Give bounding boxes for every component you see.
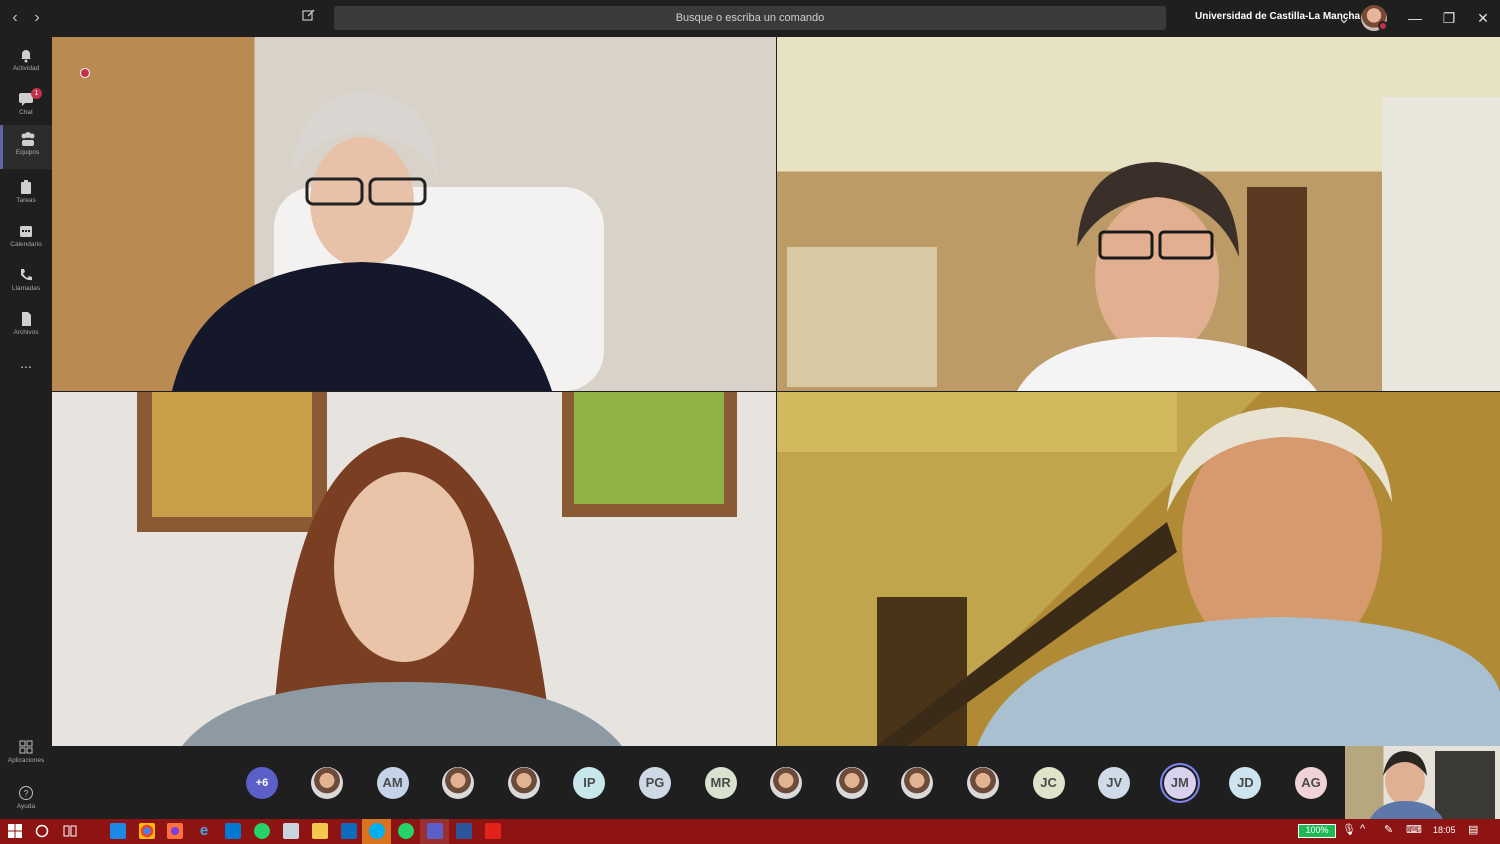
windows-taskbar: e 100% 🎙 ^ ✎ ⌨ 18:05 ▤ [0, 819, 1500, 844]
microphone-icon[interactable]: 🎙 [1342, 823, 1356, 836]
apps-button[interactable]: Aplicaciones [0, 739, 52, 764]
windows-start-icon[interactable] [7, 823, 23, 839]
teams-app-icon[interactable] [427, 823, 443, 839]
participant-video [787, 97, 1500, 391]
participant-video [172, 92, 604, 391]
whatsapp-icon[interactable] [254, 823, 270, 839]
battery-indicator[interactable]: 100% [1298, 824, 1336, 838]
participant-video [137, 392, 737, 746]
rail-item-calendar[interactable]: Calendario [0, 217, 52, 261]
organization-name[interactable]: Universidad de Castilla-La Mancha [1195, 11, 1360, 22]
recording-indicator [80, 68, 90, 78]
pen-icon[interactable]: ✎ [1384, 823, 1393, 836]
calendar-icon [20, 226, 32, 237]
participant-video [777, 392, 1500, 746]
participant-avatar[interactable]: JD [1229, 767, 1262, 799]
participant-avatar[interactable]: AG [1295, 767, 1327, 799]
bell-icon [21, 50, 31, 63]
chevron-right-icon[interactable]: › [27, 8, 47, 28]
status-badge [1378, 21, 1388, 31]
participant-avatar[interactable]: AM [376, 767, 409, 799]
file-explorer-icon[interactable] [312, 823, 328, 839]
participant-avatar[interactable]: JM [1163, 767, 1196, 799]
search-icon[interactable] [34, 823, 50, 839]
participant-avatar[interactable] [442, 767, 475, 799]
rail-label: Ayuda [16, 803, 36, 810]
participant-avatar[interactable] [901, 767, 934, 799]
help-icon: ? [19, 786, 33, 800]
minimize-icon[interactable]: — [1403, 7, 1427, 29]
participant-avatar[interactable] [835, 767, 868, 799]
phone-icon [21, 269, 32, 281]
participant-avatar[interactable] [311, 767, 343, 799]
close-icon[interactable]: ✕ [1471, 7, 1495, 29]
app-rail: Actividad 1 Chat Equipos Tareas Calendar… [0, 37, 52, 819]
participant-avatar[interactable] [507, 767, 540, 799]
chevron-down-icon[interactable] [1340, 12, 1350, 24]
teams-icon [21, 132, 34, 146]
participant-avatar[interactable]: IP [573, 767, 606, 799]
firefox-icon[interactable] [167, 823, 183, 839]
rail-label: Aplicaciones [7, 757, 45, 764]
participant-avatar[interactable] [967, 767, 999, 799]
svg-text:?: ? [23, 789, 28, 799]
task-view-icon[interactable] [62, 823, 78, 839]
chevron-up-icon[interactable]: ^ [1360, 823, 1365, 835]
title-bar: ‹ › Busque o escriba un comando Universi… [0, 0, 1500, 37]
notification-badge: 1 [31, 88, 42, 99]
participant-avatar[interactable]: MR [704, 767, 737, 799]
files-icon [22, 312, 31, 326]
clock[interactable]: 18:05 [1433, 825, 1456, 835]
self-view[interactable] [1345, 746, 1500, 819]
assignments-icon [21, 180, 31, 194]
help-button[interactable]: ? Ayuda [0, 785, 52, 810]
skype-icon[interactable] [369, 823, 385, 839]
rail-label: Calendario [10, 241, 42, 248]
video-tile-3[interactable] [52, 392, 776, 746]
notification-icon[interactable]: ▤ [1468, 823, 1478, 836]
compose-icon[interactable] [302, 8, 322, 28]
rail-label: Chat [19, 109, 33, 116]
keyboard-icon[interactable]: ⌨ [1406, 823, 1422, 836]
chrome-icon[interactable] [139, 823, 155, 839]
mail-icon[interactable] [225, 823, 241, 839]
edge-icon[interactable]: e [196, 823, 212, 839]
participant-avatar[interactable] [770, 767, 803, 799]
video-tile-4[interactable] [777, 392, 1500, 746]
rail-item-activity[interactable]: Actividad [0, 41, 52, 85]
rail-item-assignments[interactable]: Tareas [0, 173, 52, 217]
acrobat-icon[interactable] [485, 823, 501, 839]
rail-item-chat[interactable]: 1 Chat [0, 85, 52, 129]
apps-icon [19, 740, 33, 754]
rail-label: Equipos [15, 149, 40, 156]
rail-item-files[interactable]: Archivos [0, 305, 52, 349]
more-apps-button[interactable]: ... [0, 353, 52, 397]
rail-label: Llamadas [11, 285, 41, 292]
rail-label: Tareas [16, 197, 36, 204]
participant-avatar[interactable]: PG [639, 767, 671, 799]
video-tile-1[interactable] [52, 37, 776, 391]
video-tile-2[interactable] [777, 37, 1500, 391]
restore-icon[interactable]: ❐ [1437, 7, 1461, 29]
participant-strip: +6 AM IP PG MR JC JV JM JD AG [52, 746, 1500, 819]
search-input[interactable]: Busque o escriba un comando [334, 6, 1166, 30]
self-video [1370, 751, 1495, 819]
word-icon[interactable] [456, 823, 472, 839]
participant-avatar[interactable]: JC [1032, 767, 1065, 799]
whatsapp-icon[interactable] [398, 823, 414, 839]
rail-label: Actividad [12, 65, 40, 72]
chevron-left-icon[interactable]: ‹ [5, 8, 25, 28]
rail-label: Archivos [13, 329, 39, 336]
outlook-icon[interactable] [341, 823, 357, 839]
participant-avatar[interactable]: JV [1098, 767, 1131, 799]
app-icon[interactable] [283, 823, 299, 839]
rail-item-calls[interactable]: Llamadas [0, 261, 52, 305]
rail-item-teams[interactable]: Equipos [0, 125, 52, 169]
this-pc-icon[interactable] [110, 823, 126, 839]
overflow-participants-button[interactable]: +6 [246, 767, 278, 799]
